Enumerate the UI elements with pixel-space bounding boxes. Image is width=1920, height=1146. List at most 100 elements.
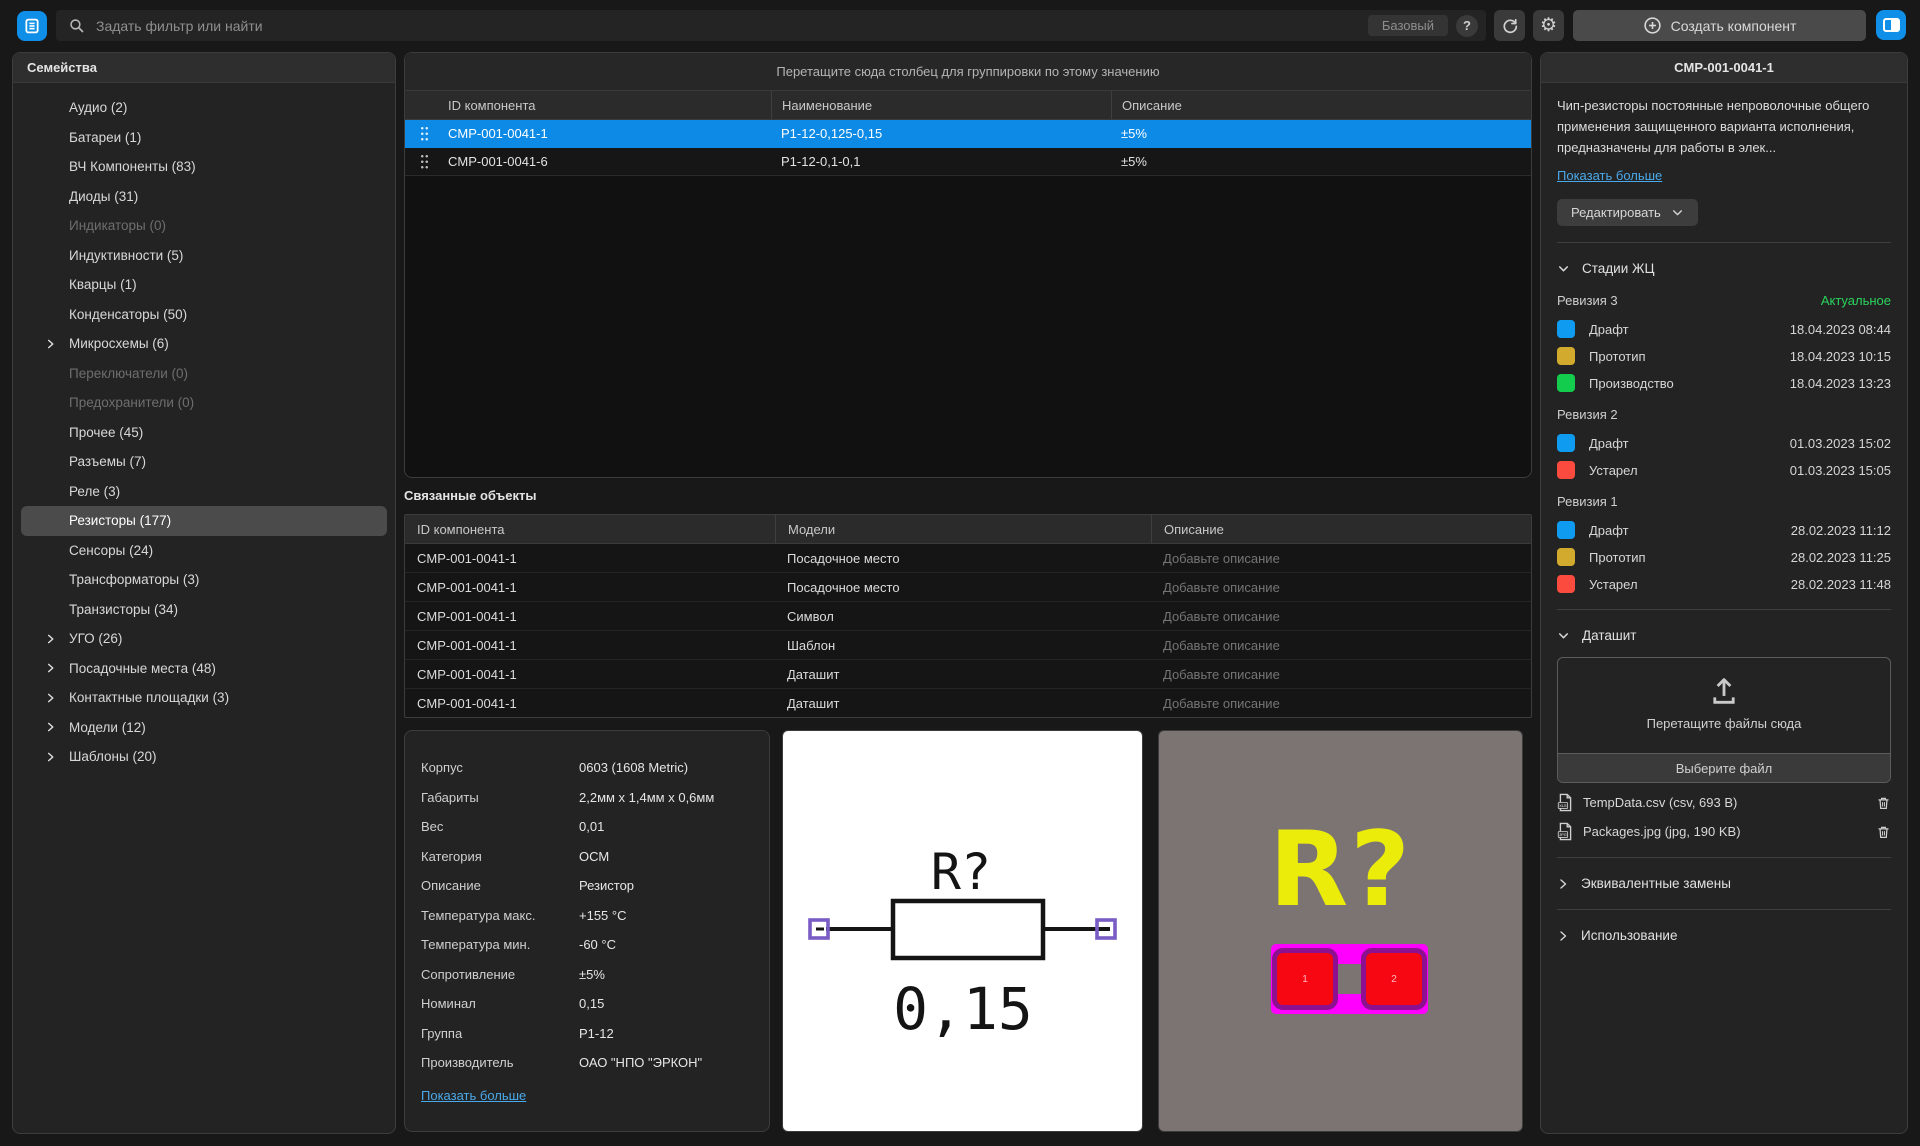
section-header-usage[interactable]: Использование: [1557, 926, 1891, 945]
cell-description-placeholder[interactable]: Добавьте описание: [1151, 573, 1531, 601]
table-row[interactable]: CMP-001-0041-1ДаташитДобавьте описание: [405, 660, 1531, 689]
cell-model: Посадочное место: [775, 573, 1151, 601]
family-item[interactable]: Транзисторы (34): [21, 595, 387, 625]
family-item[interactable]: Микросхемы (6): [21, 329, 387, 359]
help-button[interactable]: ?: [1456, 15, 1478, 37]
family-item[interactable]: Индуктивности (5): [21, 241, 387, 271]
table-row[interactable]: CMP-001-0041-1ШаблонДобавьте описание: [405, 631, 1531, 660]
property-row: Корпус0603 (1608 Metric): [421, 753, 753, 783]
description-show-more-link[interactable]: Показать больше: [1557, 168, 1662, 183]
property-row: Вес0,01: [421, 812, 753, 842]
pad-1: 1: [1272, 948, 1338, 1010]
family-item[interactable]: Индикаторы (0): [21, 211, 387, 241]
table-row[interactable]: CMP-001-0041-1Посадочное местоДобавьте о…: [405, 573, 1531, 602]
family-item[interactable]: Предохранители (0): [21, 388, 387, 418]
family-item[interactable]: Аудио (2): [21, 93, 387, 123]
family-item[interactable]: Шаблоны (20): [21, 742, 387, 772]
cell-description-placeholder[interactable]: Добавьте описание: [1151, 689, 1531, 717]
property-row: КатегорияОСМ: [421, 842, 753, 872]
table-row[interactable]: CMP-001-0041-1ДаташитДобавьте описание: [405, 689, 1531, 718]
family-item-label: Кварцы (1): [69, 277, 137, 292]
family-item[interactable]: Кварцы (1): [21, 270, 387, 300]
toggle-right-panel-button[interactable]: [1876, 10, 1906, 40]
file-drop-zone[interactable]: Перетащите файлы сюда Выберите файл: [1557, 657, 1891, 783]
app-menu-button[interactable]: [17, 11, 47, 41]
search-input[interactable]: [94, 17, 1368, 35]
cell-component-id: CMP-001-0041-1: [405, 631, 775, 659]
family-item[interactable]: Конденсаторы (50): [21, 300, 387, 330]
settings-button[interactable]: ⚙: [1533, 10, 1564, 41]
column-header-models[interactable]: Модели: [775, 515, 1151, 543]
property-label: Температура макс.: [421, 908, 579, 923]
family-item[interactable]: Разъемы (7): [21, 447, 387, 477]
app-window: Базовый ? ⚙ Создать компонент Семейства …: [0, 0, 1920, 1146]
family-item[interactable]: УГО (26): [21, 624, 387, 654]
family-item[interactable]: Модели (12): [21, 713, 387, 743]
cell-description-placeholder[interactable]: Добавьте описание: [1151, 602, 1531, 630]
table-row[interactable]: CMP-001-0041-1СимволДобавьте описание: [405, 602, 1531, 631]
stage-label: Устарел: [1589, 577, 1791, 592]
create-component-button[interactable]: Создать компонент: [1573, 10, 1866, 41]
cell-description-placeholder[interactable]: Добавьте описание: [1151, 660, 1531, 688]
family-item-label: Переключатели (0): [69, 366, 188, 381]
family-item[interactable]: Реле (3): [21, 477, 387, 507]
refresh-button[interactable]: [1494, 10, 1525, 41]
property-label: Вес: [421, 819, 579, 834]
revision-name: Ревизия 3: [1557, 293, 1821, 308]
table-row[interactable]: CMP-001-0041-1Посадочное местоДобавьте о…: [405, 544, 1531, 573]
property-row: ОписаниеРезистор: [421, 871, 753, 901]
family-item[interactable]: Посадочные места (48): [21, 654, 387, 684]
family-item[interactable]: Сенсоры (24): [21, 536, 387, 566]
chevron-right-icon: [1557, 930, 1569, 942]
family-item-label: Транзисторы (34): [69, 602, 178, 617]
attached-file-row[interactable]: XLSTempData.csv (csv, 693 B): [1557, 793, 1891, 812]
symbol-preview: R? 0,15: [782, 730, 1143, 1132]
basic-filter-badge[interactable]: Базовый: [1368, 15, 1448, 36]
stage-label: Драфт: [1589, 523, 1791, 538]
delete-file-button[interactable]: [1876, 795, 1891, 811]
family-item[interactable]: Батареи (1): [21, 123, 387, 153]
column-header-id[interactable]: ID компонента: [405, 515, 775, 543]
table-row[interactable]: CMP-001-0041-6P1-12-0,1-0,1±5%: [405, 148, 1531, 176]
section-header-equivalents[interactable]: Эквивалентные замены: [1557, 874, 1891, 893]
drag-handle[interactable]: [420, 153, 428, 170]
column-header-id[interactable]: ID компонента: [405, 91, 771, 119]
family-item[interactable]: Контактные площадки (3): [21, 683, 387, 713]
family-item[interactable]: Резисторы (177): [21, 506, 387, 536]
family-item[interactable]: ВЧ Компоненты (83): [21, 152, 387, 182]
cell-component-id: CMP-001-0041-6: [405, 148, 771, 175]
linked-table-rows: CMP-001-0041-1Посадочное местоДобавьте о…: [405, 544, 1531, 718]
family-item[interactable]: Прочее (45): [21, 418, 387, 448]
stage-color-chip: [1557, 374, 1575, 392]
cell-description-placeholder[interactable]: Добавьте описание: [1151, 544, 1531, 572]
family-item-label: Конденсаторы (50): [69, 307, 187, 322]
lifecycle-stage-row: Драфт28.02.2023 11:12: [1557, 521, 1891, 539]
column-header-desc[interactable]: Описание: [1111, 91, 1531, 119]
family-item-label: ВЧ Компоненты (83): [69, 159, 196, 174]
attached-file-row[interactable]: JPGPackages.jpg (jpg, 190 KB): [1557, 822, 1891, 841]
datasheet-section-header[interactable]: Даташит: [1557, 626, 1891, 645]
family-item[interactable]: Переключатели (0): [21, 359, 387, 389]
group-by-bar[interactable]: Перетащите сюда столбец для группировки …: [405, 53, 1531, 91]
components-table-rows: CMP-001-0041-1P1-12-0,125-0,15±5%CMP-001…: [405, 120, 1531, 176]
family-item[interactable]: Трансформаторы (3): [21, 565, 387, 595]
symbol-value: 0,15: [893, 975, 1033, 1043]
drag-handle[interactable]: [420, 125, 428, 142]
delete-file-button[interactable]: [1876, 824, 1891, 840]
table-row[interactable]: CMP-001-0041-1P1-12-0,125-0,15±5%: [405, 120, 1531, 148]
revision-name: Ревизия 1: [1557, 494, 1891, 509]
family-item[interactable]: Диоды (31): [21, 182, 387, 212]
edit-button[interactable]: Редактировать: [1557, 199, 1698, 226]
lifecycle-section-header[interactable]: Стадии ЖЦ: [1557, 259, 1891, 278]
family-item-label: Посадочные места (48): [69, 661, 216, 676]
lifecycle-list: Ревизия 3АктуальноеДрафт18.04.2023 08:44…: [1557, 293, 1891, 593]
family-item-label: Аудио (2): [69, 100, 127, 115]
choose-file-button[interactable]: Выберите файл: [1558, 753, 1890, 782]
cell-description-placeholder[interactable]: Добавьте описание: [1151, 631, 1531, 659]
property-value: P1-12: [579, 1026, 753, 1041]
column-header-desc[interactable]: Описание: [1151, 515, 1531, 543]
cell-model: Даташит: [775, 660, 1151, 688]
stage-label: Производство: [1589, 376, 1790, 391]
column-header-name[interactable]: Наименование: [771, 91, 1111, 119]
properties-show-more-link[interactable]: Показать больше: [421, 1088, 526, 1103]
